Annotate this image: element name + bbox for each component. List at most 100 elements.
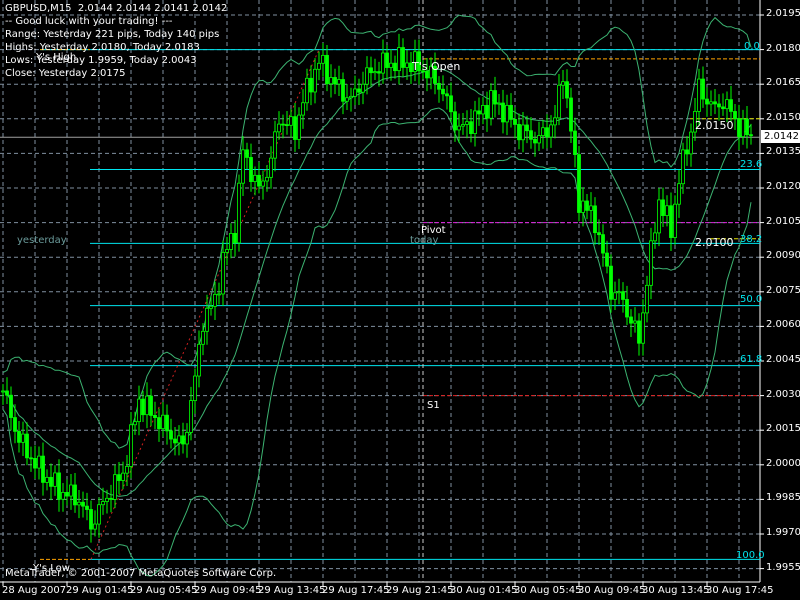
y-tick-label: 2.0105 — [766, 215, 800, 227]
info-line-close: Close: Yesterday 2.0175 — [5, 68, 126, 79]
x-tick-label: 29 Aug 01:45 — [66, 585, 134, 596]
x-tick-label: 30 Aug 05:45 — [514, 585, 582, 596]
symbol-quote-line: GBPUSD,M15 2.0144 2.0144 2.0141 2.0142 — [5, 3, 228, 14]
x-tick-label: 29 Aug 21:45 — [386, 585, 454, 596]
candle-body — [405, 62, 409, 68]
candle-body — [305, 77, 309, 104]
candle-body — [117, 474, 121, 481]
y-tick-label: 2.0090 — [766, 250, 800, 262]
candle-body — [257, 174, 261, 187]
candle-body — [589, 205, 593, 211]
candle-body — [677, 183, 681, 205]
candle-body — [293, 116, 297, 140]
candle-body — [697, 78, 701, 112]
candle-body — [153, 414, 157, 418]
candle-body — [73, 484, 77, 506]
ys-high-label: Y's High — [36, 52, 77, 63]
candle-body — [741, 118, 745, 138]
y-tick-label: 1.9985 — [766, 492, 800, 504]
candle-body — [745, 118, 749, 136]
candle-body — [165, 414, 169, 432]
y-tick-label: 2.0195 — [766, 8, 800, 19]
candle-body — [209, 305, 213, 309]
candle-body — [557, 84, 561, 119]
candle-body — [621, 291, 625, 300]
yesterday-label: yesterday — [17, 235, 67, 246]
candle-body — [713, 101, 717, 105]
candle-body — [709, 101, 713, 105]
candle-body — [509, 104, 513, 120]
candle-body — [205, 307, 209, 332]
candle-body — [529, 130, 533, 140]
candle-body — [109, 497, 113, 500]
candle-body — [553, 117, 557, 126]
candle-body — [121, 472, 125, 481]
fib-label-38-2: 38.2 — [740, 234, 763, 245]
candle-body — [213, 293, 217, 307]
candle-body — [89, 509, 93, 530]
candle-body — [369, 67, 373, 74]
y-tick-label: 2.0045 — [766, 354, 800, 365]
candle-body — [597, 232, 601, 236]
x-tick-label: 30 Aug 01:45 — [450, 585, 518, 596]
candle-body — [241, 149, 245, 184]
candle-body — [565, 81, 569, 99]
candle-body — [337, 79, 341, 85]
candle-body — [169, 430, 173, 440]
candle-body — [29, 457, 33, 460]
candle-body — [537, 135, 541, 144]
candle-body — [385, 52, 389, 68]
candle-body — [581, 200, 585, 213]
candle-body — [493, 90, 497, 105]
x-tick-label: 28 Aug 2007 — [2, 585, 67, 596]
candle-body — [485, 104, 489, 119]
candle-body — [137, 398, 141, 423]
price-chart[interactable] — [0, 0, 800, 600]
candle-body — [253, 174, 257, 182]
candle-body — [613, 292, 617, 300]
candle-body — [93, 523, 97, 530]
candle-body — [545, 127, 549, 138]
candle-body — [9, 394, 13, 418]
x-tick-label: 30 Aug 17:45 — [706, 585, 774, 596]
candle-body — [725, 99, 729, 110]
candle-body — [353, 88, 357, 97]
candle-body — [17, 430, 21, 443]
candle-body — [77, 501, 81, 506]
candle-body — [449, 95, 453, 113]
candle-body — [157, 417, 161, 430]
candle-body — [361, 83, 365, 93]
candle-body — [229, 233, 233, 250]
candle-body — [329, 77, 333, 85]
candle-body — [513, 118, 517, 125]
candle-body — [573, 130, 577, 155]
x-tick-label: 29 Aug 17:45 — [322, 585, 390, 596]
candle-body — [585, 200, 589, 211]
candle-body — [481, 104, 485, 115]
x-tick-label: 30 Aug 09:45 — [578, 585, 646, 596]
candle-body — [313, 68, 317, 93]
info-line-lows: Lows: Yesterday 1.9959, Today 2.0043 — [5, 55, 197, 66]
today-low-marker-label: 2.0100 — [695, 236, 734, 249]
candle-body — [637, 320, 641, 344]
candle-body — [261, 180, 265, 187]
candle-body — [217, 293, 221, 296]
candle-body — [461, 124, 465, 127]
candle-body — [517, 124, 521, 141]
y-tick-label: 2.0000 — [766, 457, 800, 469]
candle-body — [533, 138, 537, 144]
candle-body — [665, 205, 669, 216]
candle-body — [141, 398, 145, 416]
x-tick-label: 29 Aug 05:45 — [130, 585, 198, 596]
y-tick-label: 1.9970 — [766, 527, 800, 538]
y-tick-label: 2.0030 — [766, 388, 800, 400]
x-tick-label: 30 Aug 13:45 — [642, 585, 710, 596]
candle-body — [85, 505, 89, 510]
candle-body — [101, 501, 105, 506]
candle-body — [701, 78, 705, 100]
candle-body — [401, 47, 405, 68]
candle-body — [381, 52, 385, 74]
candle-body — [125, 466, 129, 474]
candle-body — [277, 123, 281, 133]
x-tick-label: 29 Aug 13:45 — [258, 585, 326, 596]
